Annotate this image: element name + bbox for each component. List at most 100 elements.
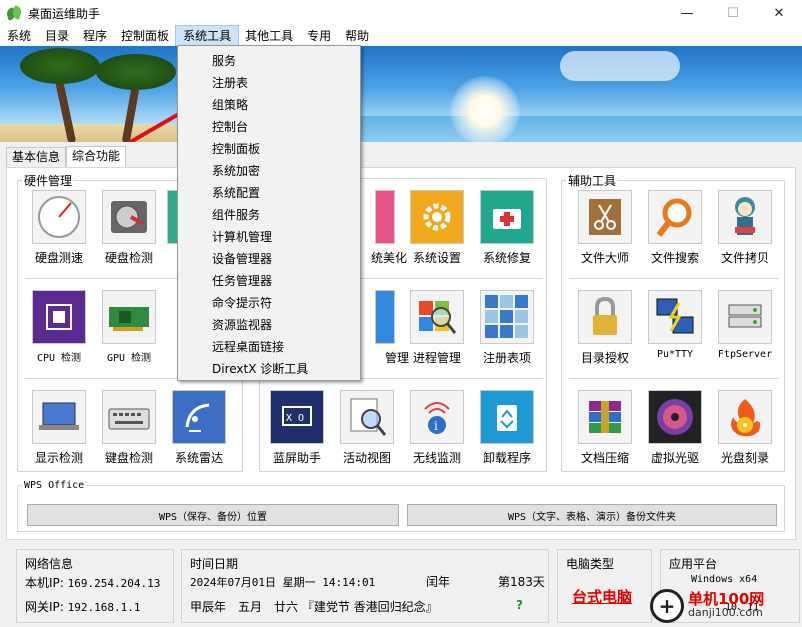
tool-ftp-server[interactable]: FtpServer bbox=[713, 290, 777, 370]
svg-text:i: i bbox=[434, 419, 438, 433]
system-tools-dropdown: 服务 注册表 组策略 控制台 控制面板 系统加密 系统配置 组件服务 计算机管理… bbox=[177, 45, 361, 381]
gpu-card-icon bbox=[102, 290, 156, 344]
window-title: 桌面运维助手 bbox=[28, 6, 101, 21]
tool-wireless-monitor[interactable]: i 无线监测 bbox=[405, 390, 469, 470]
recycle-bin-icon bbox=[480, 390, 534, 444]
lock-icon bbox=[578, 290, 632, 344]
menu-other-tools[interactable]: 其他工具 bbox=[238, 26, 300, 46]
keyboard-icon bbox=[102, 390, 156, 444]
tool-file-copy[interactable]: 文件拷贝 bbox=[713, 190, 777, 270]
day-of-year-text: 第183天 bbox=[498, 575, 545, 589]
watermark-brand: 单机100网 bbox=[688, 589, 765, 608]
dropdown-item-component-services[interactable]: 组件服务 bbox=[178, 204, 360, 226]
tool-system-radar[interactable]: 系统雷达 bbox=[167, 390, 231, 470]
tool-system-settings[interactable]: 系统设置 bbox=[405, 190, 469, 270]
satellite-dish-icon bbox=[172, 390, 226, 444]
dropdown-item-services[interactable]: 服务 bbox=[178, 50, 360, 72]
dropdown-item-console[interactable]: 控制台 bbox=[178, 116, 360, 138]
tool-activity-view[interactable]: 活动视图 bbox=[335, 390, 399, 470]
help-question-icon[interactable]: ? bbox=[516, 598, 523, 612]
tool-keyboard-check[interactable]: 键盘检测 bbox=[97, 390, 161, 470]
dropdown-item-computer-management[interactable]: 计算机管理 bbox=[178, 226, 360, 248]
speedometer-icon bbox=[32, 190, 86, 244]
shirt-icon bbox=[375, 190, 395, 244]
dropdown-item-device-manager[interactable]: 设备管理器 bbox=[178, 248, 360, 270]
plus-circle-icon: + bbox=[650, 588, 684, 623]
dropdown-item-registry[interactable]: 注册表 bbox=[178, 72, 360, 94]
hardware-group-title: 硬件管理 bbox=[24, 174, 73, 188]
tool-disk-speed[interactable]: 硬盘测速 bbox=[27, 190, 91, 270]
network-title: 网络信息 bbox=[25, 557, 74, 571]
pc-type-link[interactable]: 台式电脑 bbox=[572, 586, 632, 607]
wps-save-location-button[interactable]: WPS（保存、备份）位置 bbox=[27, 504, 399, 526]
dropdown-item-system-config[interactable]: 系统配置 bbox=[178, 182, 360, 204]
anime-character-icon bbox=[718, 190, 772, 244]
banner-image bbox=[0, 46, 802, 142]
tool-gpu-check[interactable]: GPU 检测 bbox=[97, 290, 161, 370]
local-ip-value: 169.254.204.13 bbox=[67, 577, 161, 590]
tab-integrated[interactable]: 综合功能 bbox=[66, 146, 127, 167]
menu-system[interactable]: 系统 bbox=[0, 26, 38, 46]
app-leaf-icon bbox=[5, 5, 23, 21]
dropdown-item-resource-monitor[interactable]: 资源监视器 bbox=[178, 314, 360, 336]
gateway-ip-value: 192.168.1.1 bbox=[67, 601, 141, 614]
magnifier-document-icon bbox=[340, 390, 394, 444]
tool-process-manager[interactable]: 进程管理 bbox=[405, 290, 469, 370]
tool-doc-compress[interactable]: 文档压缩 bbox=[573, 390, 637, 470]
tool-cpu-check[interactable]: CPU 检测 bbox=[27, 290, 91, 370]
tool-system-repair[interactable]: 系统修复 bbox=[475, 190, 539, 270]
platform-title: 应用平台 bbox=[669, 557, 718, 571]
tool-bluescreen-helper[interactable]: X O 蓝屏助手 bbox=[265, 390, 329, 470]
datetime-title: 时间日期 bbox=[190, 557, 239, 571]
tool-registry-items[interactable]: 注册表项 bbox=[475, 290, 539, 370]
tool-disc-burn[interactable]: 光盘刻录 bbox=[713, 390, 777, 470]
dropdown-item-directx-diag[interactable]: DirextX 诊断工具 bbox=[178, 358, 360, 380]
menu-programs[interactable]: 程序 bbox=[76, 26, 114, 46]
burning-disc-icon bbox=[718, 390, 772, 444]
tool-virtual-drive[interactable]: 虚拟光驱 bbox=[643, 390, 707, 470]
dropdown-item-remote-desktop[interactable]: 远程桌面链接 bbox=[178, 336, 360, 358]
hard-disk-icon bbox=[102, 190, 156, 244]
dropdown-item-command-prompt[interactable]: 命令提示符 bbox=[178, 292, 360, 314]
dropdown-item-task-manager[interactable]: 任务管理器 bbox=[178, 270, 360, 292]
tool-directory-auth[interactable]: 目录授权 bbox=[573, 290, 637, 370]
tool-file-master[interactable]: 文件大师 bbox=[573, 190, 637, 270]
registry-blocks-icon bbox=[480, 290, 534, 344]
wps-group-title: WPS Office bbox=[24, 480, 85, 491]
tool-display-check[interactable]: 显示检测 bbox=[27, 390, 91, 470]
tab-basic-info[interactable]: 基本信息 bbox=[6, 147, 67, 167]
tool-putty[interactable]: Pu*TTY bbox=[643, 290, 707, 370]
tool-uninstall[interactable]: 卸载程序 bbox=[475, 390, 539, 470]
cpu-icon bbox=[32, 290, 86, 344]
bluescreen-icon: X O bbox=[270, 390, 324, 444]
pc-type-panel: 电脑类型 台式电脑 bbox=[557, 549, 652, 623]
date-line: 2024年07月01日 星期一 14:14:01 bbox=[190, 576, 376, 589]
dropdown-item-system-encrypt[interactable]: 系统加密 bbox=[178, 160, 360, 182]
assist-group-title: 辅助工具 bbox=[568, 174, 617, 188]
menu-help[interactable]: 帮助 bbox=[338, 26, 376, 46]
search-icon bbox=[648, 190, 702, 244]
gateway-ip-label: 网关IP: bbox=[25, 600, 64, 614]
local-ip-label: 本机IP: bbox=[25, 576, 64, 590]
menu-bar: 系统 目录 程序 控制面板 系统工具 其他工具 专用 帮助 bbox=[0, 25, 802, 47]
first-aid-kit-icon bbox=[480, 190, 534, 244]
network-panel: 网络信息 本机IP: 169.254.204.13 网关IP: 192.168.… bbox=[16, 549, 174, 623]
dropdown-item-control-panel[interactable]: 控制面板 bbox=[178, 138, 360, 160]
menu-system-tools[interactable]: 系统工具 bbox=[175, 25, 240, 47]
leap-year-text: 闰年 bbox=[426, 575, 451, 589]
tool-file-search[interactable]: 文件搜索 bbox=[643, 190, 707, 270]
windows-magnifier-icon bbox=[410, 290, 464, 344]
menu-control-panel[interactable]: 控制面板 bbox=[114, 26, 176, 46]
menu-directory[interactable]: 目录 bbox=[38, 26, 76, 46]
tool-disk-check[interactable]: 硬盘检测 bbox=[97, 190, 161, 270]
pc-type-title: 电脑类型 bbox=[566, 557, 615, 571]
minimize-button[interactable]: — bbox=[664, 0, 710, 26]
close-button[interactable]: ✕ bbox=[756, 0, 802, 26]
menu-special[interactable]: 专用 bbox=[300, 26, 338, 46]
wireless-info-icon: i bbox=[410, 390, 464, 444]
dropdown-item-group-policy[interactable]: 组策略 bbox=[178, 94, 360, 116]
maximize-button[interactable]: ☐ bbox=[710, 0, 756, 26]
winrar-books-icon bbox=[578, 390, 632, 444]
wps-backup-folder-button[interactable]: WPS（文字、表格、演示）备份文件夹 bbox=[407, 504, 777, 526]
title-bar: 桌面运维助手 — ☐ ✕ bbox=[0, 0, 802, 26]
